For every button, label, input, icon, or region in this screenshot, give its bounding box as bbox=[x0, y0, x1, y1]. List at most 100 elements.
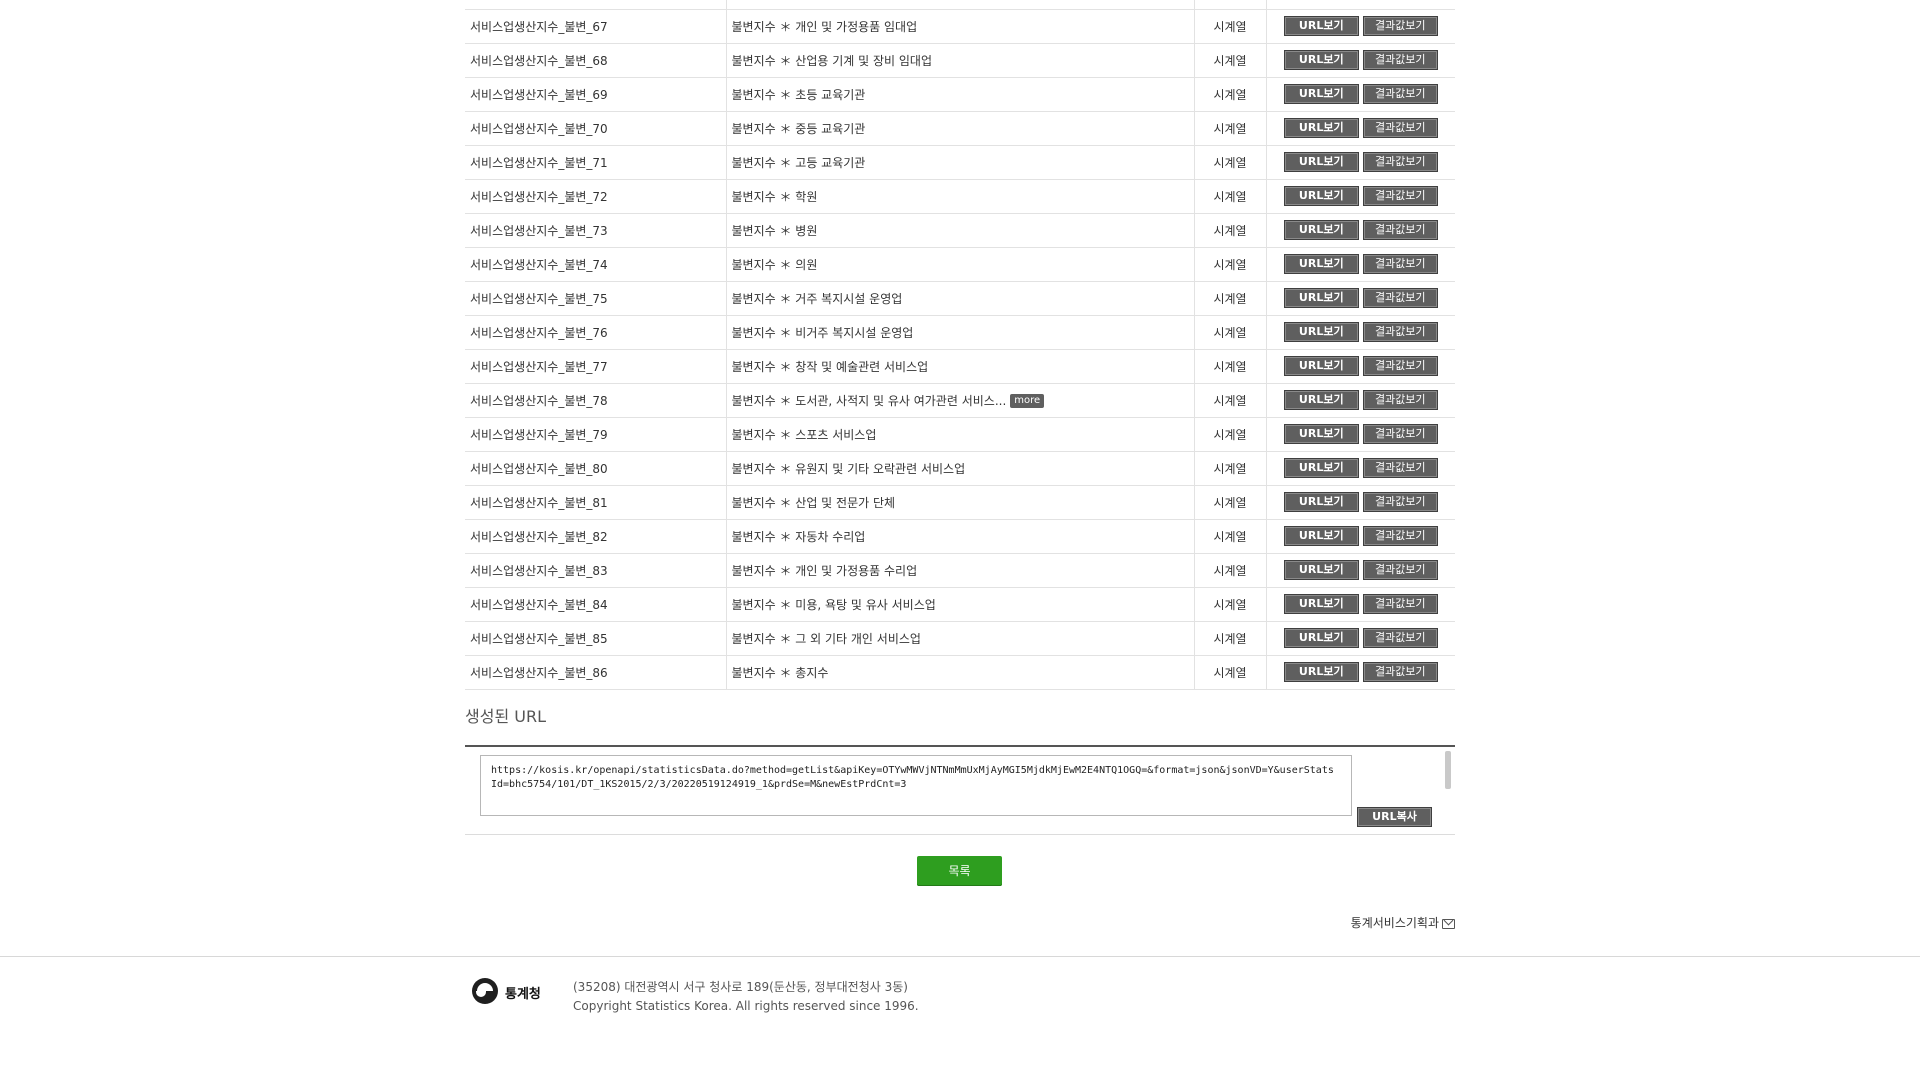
stat-actions-cell: URL보기 결과값보기 bbox=[1266, 9, 1455, 44]
result-view-button[interactable]: 결과값보기 bbox=[1362, 16, 1438, 36]
stat-desc-text: 불변지수 ＊ 학원 bbox=[731, 189, 818, 204]
stat-id-cell: 서비스업생산지수_불변_76 bbox=[465, 315, 727, 350]
url-view-button[interactable]: URL보기 bbox=[1283, 424, 1359, 444]
generated-url-textarea[interactable]: https://kosis.kr/openapi/statisticsData.… bbox=[480, 755, 1352, 816]
table-row: 서비스업생산지수_불변_84 불변지수 ＊ 미용, 욕탕 및 유사 서비스업 시계열… bbox=[465, 587, 1455, 622]
result-view-button[interactable]: 결과값보기 bbox=[1362, 50, 1438, 70]
stat-actions-cell: URL보기 결과값보기 bbox=[1266, 281, 1455, 316]
result-view-button[interactable]: 결과값보기 bbox=[1362, 152, 1438, 172]
result-view-button[interactable]: 결과값보기 bbox=[1362, 254, 1438, 274]
result-view-button[interactable]: 결과값보기 bbox=[1362, 662, 1438, 682]
stat-type-cell: 시계열 bbox=[1194, 621, 1267, 656]
result-view-button[interactable]: 결과값보기 bbox=[1362, 492, 1438, 512]
table-row: 서비스업생산지수_불변_71 불변지수 ＊ 고등 교육기관 시계열 URL보기 결과값보… bbox=[465, 145, 1455, 180]
stat-type-cell: 시계열 bbox=[1194, 247, 1267, 282]
stat-id-cell: 서비스업생산지수_불변_74 bbox=[465, 247, 727, 282]
statistics-korea-logo[interactable]: 통계청 bbox=[472, 978, 562, 1008]
result-view-button[interactable]: 결과값보기 bbox=[1362, 458, 1438, 478]
url-view-button[interactable]: URL보기 bbox=[1283, 662, 1359, 682]
url-view-button[interactable]: URL보기 bbox=[1283, 288, 1359, 308]
stat-actions-cell: URL보기 결과값보기 bbox=[1266, 587, 1455, 622]
url-view-button[interactable]: URL보기 bbox=[1283, 560, 1359, 580]
url-view-button[interactable]: URL보기 bbox=[1283, 628, 1359, 648]
stat-desc-cell: 불변지수 ＊ 병원 bbox=[726, 213, 1195, 248]
table-row: 서비스업생산지수_불변_74 불변지수 ＊ 의원 시계열 URL보기 결과값보기 bbox=[465, 247, 1455, 282]
stat-desc-text: 불변지수 ＊ 창작 및 예술관련 서비스업 bbox=[731, 359, 929, 374]
list-button[interactable]: 목록 bbox=[917, 856, 1002, 886]
stat-desc-text: 불변지수 ＊ 총지수 bbox=[731, 665, 829, 680]
url-copy-button[interactable]: URL복사 bbox=[1357, 807, 1432, 827]
stat-type-cell: 시계열 bbox=[1194, 417, 1267, 452]
table-row: 서비스업생산지수_불변_67 불변지수 ＊ 개인 및 가정용품 임대업 시계열 URL… bbox=[465, 9, 1455, 44]
more-button[interactable]: more bbox=[1010, 394, 1045, 408]
table-row: 서비스업생산지수_불변_78 불변지수 ＊ 도서관, 사적지 및 유사 여가관련 … bbox=[465, 383, 1455, 418]
table-row: 서비스업생산지수_불변_70 불변지수 ＊ 중등 교육기관 시계열 URL보기 결과값보… bbox=[465, 111, 1455, 146]
table-row: 서비스업생산지수_불변_86 불변지수 ＊ 총지수 시계열 URL보기 결과값보기 bbox=[465, 655, 1455, 690]
result-view-button[interactable]: 결과값보기 bbox=[1362, 186, 1438, 206]
stat-id-cell: 서비스업생산지수_불변_67 bbox=[465, 9, 727, 44]
mail-icon bbox=[1442, 918, 1455, 929]
url-view-button[interactable]: URL보기 bbox=[1283, 152, 1359, 172]
stat-id-cell: 서비스업생산지수_불변_70 bbox=[465, 111, 727, 146]
url-view-button[interactable]: URL보기 bbox=[1283, 220, 1359, 240]
stat-desc-text: 불변지수 ＊ 병원 bbox=[731, 223, 818, 238]
url-view-button[interactable]: URL보기 bbox=[1283, 16, 1359, 36]
result-view-button[interactable]: 결과값보기 bbox=[1362, 526, 1438, 546]
stat-type-cell: 시계열 bbox=[1194, 145, 1267, 180]
url-view-button[interactable]: URL보기 bbox=[1283, 458, 1359, 478]
url-view-button[interactable]: URL보기 bbox=[1283, 118, 1359, 138]
result-view-button[interactable]: 결과값보기 bbox=[1362, 220, 1438, 240]
url-view-button[interactable]: URL보기 bbox=[1283, 492, 1359, 512]
stat-type-cell: 시계열 bbox=[1194, 655, 1267, 690]
url-view-button[interactable]: URL보기 bbox=[1283, 594, 1359, 614]
stat-desc-cell: 불변지수 ＊ 산업 및 전문가 단체 bbox=[726, 485, 1195, 520]
result-view-button[interactable]: 결과값보기 bbox=[1362, 628, 1438, 648]
table-row: 서비스업생산지수_불변_75 불변지수 ＊ 거주 복지시설 운영업 시계열 URL보기… bbox=[465, 281, 1455, 316]
footer-divider bbox=[0, 956, 1920, 957]
url-view-button[interactable]: URL보기 bbox=[1283, 322, 1359, 342]
stat-desc-cell: 불변지수 ＊ 비거주 복지시설 운영업 bbox=[726, 315, 1195, 350]
table-row-partial bbox=[465, 0, 1455, 10]
result-view-button[interactable]: 결과값보기 bbox=[1362, 322, 1438, 342]
taegeuk-logo-icon bbox=[472, 978, 498, 1004]
result-view-button[interactable]: 결과값보기 bbox=[1362, 390, 1438, 410]
table-row: 서비스업생산지수_불변_83 불변지수 ＊ 개인 및 가정용품 수리업 시계열 URL… bbox=[465, 553, 1455, 588]
stat-actions-cell: URL보기 결과값보기 bbox=[1266, 655, 1455, 690]
result-view-button[interactable]: 결과값보기 bbox=[1362, 84, 1438, 104]
stat-desc-cell: 불변지수 ＊ 그 외 기타 개인 서비스업 bbox=[726, 621, 1195, 656]
stat-type-cell: 시계열 bbox=[1194, 43, 1267, 78]
result-view-button[interactable]: 결과값보기 bbox=[1362, 356, 1438, 376]
stat-id-cell: 서비스업생산지수_불변_82 bbox=[465, 519, 727, 554]
result-view-button[interactable]: 결과값보기 bbox=[1362, 560, 1438, 580]
stat-type-cell: 시계열 bbox=[1194, 9, 1267, 44]
table-row: 서비스업생산지수_불변_73 불변지수 ＊ 병원 시계열 URL보기 결과값보기 bbox=[465, 213, 1455, 248]
url-view-button[interactable]: URL보기 bbox=[1283, 186, 1359, 206]
stat-actions-cell: URL보기 결과값보기 bbox=[1266, 247, 1455, 282]
stat-id-cell: 서비스업생산지수_불변_77 bbox=[465, 349, 727, 384]
result-view-button[interactable]: 결과값보기 bbox=[1362, 424, 1438, 444]
stat-id-cell: 서비스업생산지수_불변_81 bbox=[465, 485, 727, 520]
stat-desc-cell: 불변지수 ＊ 유원지 및 기타 오락관련 서비스업 bbox=[726, 451, 1195, 486]
stat-desc-cell: 불변지수 ＊ 스포츠 서비스업 bbox=[726, 417, 1195, 452]
generated-url-box: https://kosis.kr/openapi/statisticsData.… bbox=[465, 745, 1455, 835]
stat-id-cell: 서비스업생산지수_불변_68 bbox=[465, 43, 727, 78]
result-view-button[interactable]: 결과값보기 bbox=[1362, 594, 1438, 614]
url-view-button[interactable]: URL보기 bbox=[1283, 84, 1359, 104]
url-view-button[interactable]: URL보기 bbox=[1283, 50, 1359, 70]
stat-id-cell: 서비스업생산지수_불변_75 bbox=[465, 281, 727, 316]
url-view-button[interactable]: URL보기 bbox=[1283, 526, 1359, 546]
result-view-button[interactable]: 결과값보기 bbox=[1362, 118, 1438, 138]
stat-actions-cell: URL보기 결과값보기 bbox=[1266, 213, 1455, 248]
stat-type-cell: 시계열 bbox=[1194, 111, 1267, 146]
url-view-button[interactable]: URL보기 bbox=[1283, 390, 1359, 410]
table-row: 서비스업생산지수_불변_81 불변지수 ＊ 산업 및 전문가 단체 시계열 URL보기… bbox=[465, 485, 1455, 520]
url-view-button[interactable]: URL보기 bbox=[1283, 254, 1359, 274]
contact-link[interactable]: 통계서비스기획과 bbox=[1330, 914, 1455, 931]
result-view-button[interactable]: 결과값보기 bbox=[1362, 288, 1438, 308]
url-textarea-scrollbar[interactable] bbox=[1445, 751, 1451, 789]
footer-address-block: (35208) 대전광역시 서구 청사로 189(둔산동, 정부대전청사 3동)… bbox=[573, 978, 919, 1016]
table-row: 서비스업생산지수_불변_72 불변지수 ＊ 학원 시계열 URL보기 결과값보기 bbox=[465, 179, 1455, 214]
stat-desc-text: 불변지수 ＊ 초등 교육기관 bbox=[731, 87, 866, 102]
stat-desc-text: 불변지수 ＊ 비거주 복지시설 운영업 bbox=[731, 325, 914, 340]
url-view-button[interactable]: URL보기 bbox=[1283, 356, 1359, 376]
